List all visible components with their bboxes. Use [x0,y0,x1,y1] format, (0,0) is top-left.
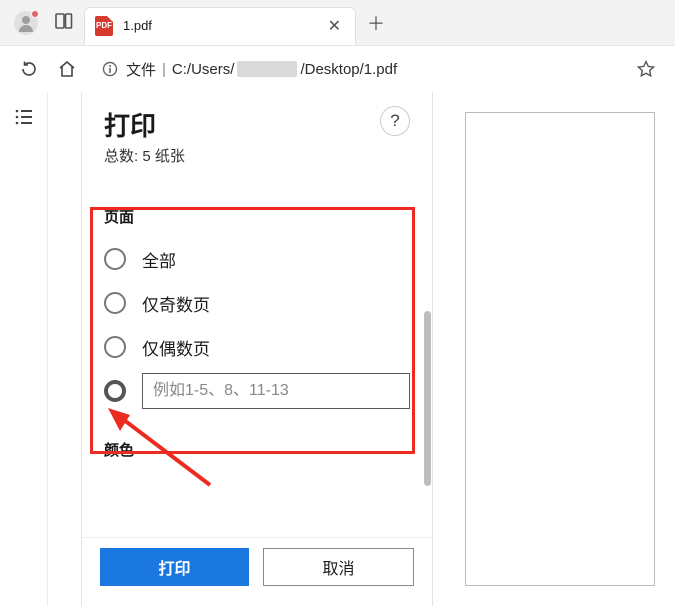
pages-radio-even[interactable] [104,336,126,358]
pages-section-label: 页面 [104,206,410,227]
address-path-suffix: /Desktop/1.pdf [300,61,397,78]
color-section-label: 颜色 [104,439,410,460]
panel-scrollbar[interactable] [424,311,431,486]
pages-custom-input[interactable] [142,373,410,409]
tab-close-button[interactable]: ✕ [324,14,345,38]
help-button[interactable]: ? [380,106,410,136]
tab-strip-icon[interactable] [54,11,74,34]
table-of-contents-icon[interactable] [13,106,35,131]
info-icon [102,61,118,77]
pages-radio-all[interactable] [104,248,126,270]
pages-radio-odd[interactable] [104,292,126,314]
home-button[interactable] [51,53,83,85]
favorite-button[interactable] [630,53,662,85]
cancel-button[interactable]: 取消 [263,548,414,586]
address-path-redacted [237,61,297,77]
pages-radio-custom[interactable] [104,380,126,402]
pages-label-even: 仅偶数页 [142,335,210,360]
pdf-favicon-icon: PDF [95,16,113,36]
print-button[interactable]: 打印 [100,548,249,586]
print-dialog-summary: 总数: 5 纸张 [104,145,185,166]
tab-title: 1.pdf [123,18,324,33]
refresh-button[interactable] [13,53,45,85]
browser-tab[interactable]: PDF 1.pdf ✕ [84,7,356,45]
print-dialog: 打印 总数: 5 纸张 ? 页面 全部 仅奇数页 仅偶数页 [82,92,432,606]
pages-label-odd: 仅奇数页 [142,291,210,316]
print-dialog-title: 打印 [104,106,185,143]
address-separator: | [162,61,166,78]
address-path-prefix: C:/Users/ [172,61,235,78]
pages-label-all: 全部 [142,247,176,272]
profile-avatar-icon[interactable] [14,11,38,35]
address-bar[interactable]: 文件 | C:/Users/ /Desktop/1.pdf [92,53,621,85]
address-protocol-label: 文件 [126,59,156,80]
page-preview [465,112,655,586]
new-tab-button[interactable]: ＋ [362,9,390,37]
